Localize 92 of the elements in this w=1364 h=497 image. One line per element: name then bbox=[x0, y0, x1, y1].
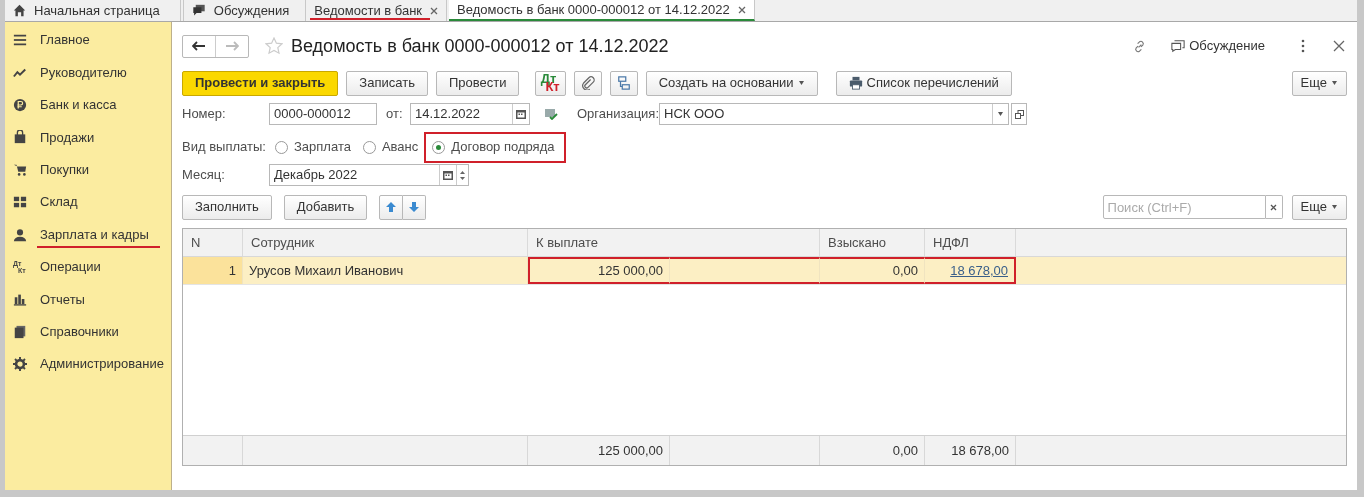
column-header[interactable]: Взыскано bbox=[820, 229, 925, 256]
spin-down-icon bbox=[460, 176, 465, 180]
table-cell: 1 bbox=[183, 257, 243, 284]
number-field[interactable]: 0000-000012 bbox=[269, 103, 377, 125]
total-cell: 18 678,00 bbox=[925, 436, 1016, 465]
caret-icon bbox=[997, 112, 1004, 116]
bag-icon bbox=[13, 130, 27, 145]
sidebar-item[interactable]: Банк и касса bbox=[5, 88, 171, 122]
sidebar-item[interactable]: Продажи bbox=[5, 121, 171, 154]
home-icon bbox=[13, 4, 26, 17]
table-cell: Урусов Михаил Иванович bbox=[243, 257, 528, 284]
debit-credit-button[interactable]: Дт Кт bbox=[535, 70, 566, 96]
column-header[interactable]: Сотрудник bbox=[243, 229, 528, 256]
tab[interactable]: Ведомость в банк 0000-000012 от 14.12.2022 bbox=[449, 0, 755, 21]
sidebar-item[interactable]: Администрирование bbox=[5, 347, 171, 381]
more-button[interactable]: Еще bbox=[1291, 194, 1347, 220]
more-vertical-icon bbox=[1301, 39, 1305, 53]
clear-button[interactable] bbox=[1265, 195, 1283, 219]
caret-icon bbox=[1331, 205, 1338, 209]
menu-icon bbox=[13, 33, 27, 48]
search-field[interactable]: Поиск (Ctrl+F) bbox=[1102, 195, 1266, 219]
toolbar-button[interactable]: Провести bbox=[435, 70, 520, 96]
window-title: Ведомость в банк 0000-000012 от 14.12.2022 bbox=[291, 34, 669, 58]
move-down-button[interactable] bbox=[403, 194, 427, 220]
close-icon bbox=[737, 5, 746, 14]
chat-icon bbox=[1171, 39, 1186, 53]
clear-icon bbox=[1270, 203, 1278, 211]
arrow-down-icon bbox=[408, 201, 421, 213]
table-button[interactable]: Добавить bbox=[283, 194, 368, 220]
grid-icon bbox=[13, 195, 27, 210]
paperclip-icon bbox=[580, 76, 595, 90]
structure-icon bbox=[616, 76, 631, 90]
table-cell: 0,00 bbox=[820, 257, 925, 284]
radio-option[interactable]: Аванс bbox=[356, 131, 425, 163]
discussion-button[interactable]: Обсуждение bbox=[1171, 36, 1265, 56]
post-and-close-button[interactable]: Провести и закрыть bbox=[182, 70, 339, 96]
column-header[interactable]: К выплате bbox=[528, 229, 820, 256]
sidebar-item[interactable]: Справочники bbox=[5, 315, 171, 348]
open-window-icon bbox=[1014, 109, 1024, 119]
person-icon bbox=[13, 227, 27, 242]
organization-field[interactable]: НСК ООО bbox=[659, 103, 1009, 125]
toolbar-button[interactable]: Записать bbox=[346, 70, 428, 96]
create-based-on-button[interactable]: Создать на основании bbox=[645, 70, 818, 96]
radio-option[interactable]: Зарплата bbox=[269, 131, 357, 163]
books-icon bbox=[13, 324, 27, 339]
tab[interactable]: Обсуждения bbox=[182, 0, 307, 21]
document-check-icon bbox=[544, 108, 558, 120]
sidebar-item[interactable]: Покупки bbox=[5, 153, 171, 186]
attach-button[interactable] bbox=[573, 70, 602, 96]
sidebar-item[interactable]: Зарплата и кадры bbox=[5, 218, 171, 251]
spin-up-icon bbox=[460, 170, 465, 174]
field-label: Организация: bbox=[577, 105, 659, 124]
column-header[interactable]: N bbox=[183, 229, 243, 256]
month-field[interactable]: Декабрь 2022 bbox=[269, 164, 469, 186]
sidebar-item[interactable]: Главное bbox=[5, 24, 171, 57]
caret-icon bbox=[797, 81, 805, 85]
field-label: Вид выплаты: bbox=[182, 138, 267, 157]
arrow-up-icon bbox=[385, 201, 398, 213]
forward-arrow-icon bbox=[225, 41, 239, 51]
table-button[interactable]: Заполнить bbox=[182, 194, 272, 220]
field-label: Номер: bbox=[182, 105, 227, 124]
print-list-button[interactable]: Список перечислений bbox=[835, 70, 1012, 96]
cart-icon bbox=[13, 162, 27, 177]
chat-icon bbox=[191, 4, 206, 17]
coin-icon bbox=[13, 97, 27, 112]
field-label: Месяц: bbox=[182, 166, 226, 185]
table-cell: 125 000,00 bbox=[528, 257, 670, 284]
printer-icon bbox=[848, 76, 863, 90]
open-button[interactable] bbox=[1011, 103, 1027, 125]
caret-icon bbox=[1331, 81, 1338, 85]
close-icon bbox=[430, 6, 439, 15]
sidebar-item[interactable]: Склад bbox=[5, 185, 171, 219]
date-field[interactable]: 14.12.2022 bbox=[410, 103, 530, 125]
structure-button[interactable] bbox=[609, 70, 638, 96]
close-icon bbox=[1333, 40, 1345, 52]
radio-option[interactable]: Договор подряда bbox=[424, 131, 567, 163]
total-cell: 125 000,00 bbox=[528, 436, 670, 465]
gear-icon bbox=[13, 357, 27, 372]
tax-link[interactable]: 18 678,00 bbox=[950, 260, 1008, 281]
more-button[interactable]: Еще bbox=[1291, 70, 1347, 96]
bar-chart-icon bbox=[13, 292, 27, 307]
back-arrow-icon bbox=[192, 41, 206, 51]
column-header[interactable]: НДФЛ bbox=[925, 229, 1016, 256]
sidebar-item[interactable]: Отчеты bbox=[5, 283, 171, 316]
star-icon bbox=[265, 37, 283, 55]
total-cell: 0,00 bbox=[820, 436, 925, 465]
move-up-button[interactable] bbox=[379, 194, 404, 220]
calendar-icon bbox=[443, 170, 453, 180]
field-label: от: bbox=[386, 105, 404, 124]
calendar-icon bbox=[516, 109, 526, 119]
table-row[interactable]: 1 Урусов Михаил Иванович 125 000,00 0,00 18 678,00 bbox=[183, 257, 1346, 285]
sidebar-item[interactable]: Руководителю bbox=[5, 56, 171, 89]
